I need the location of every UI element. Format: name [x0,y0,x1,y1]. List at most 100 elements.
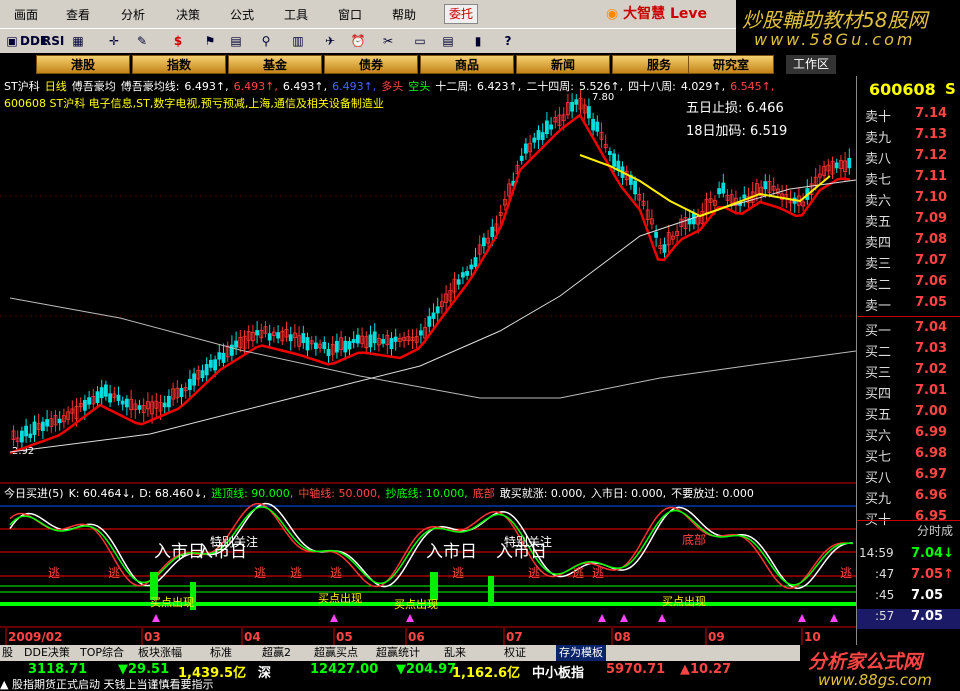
candle-body [545,120,549,135]
nav-research-button[interactable]: 研究室 [688,55,774,74]
nav-index-button[interactable]: 指数 [132,55,226,74]
bid-row-4[interactable]: 买四 7.01 [857,383,960,404]
bottom-label: 底部 [682,532,706,547]
candle-body [116,394,121,401]
ruler-icon[interactable]: ✎ [132,32,152,50]
candle-body [574,99,579,105]
bottom-tab[interactable]: TOP综合 [80,645,124,661]
order-level-price: 7.07 [915,253,948,268]
candle-body [355,334,360,344]
order-level-label: 买六 [865,429,892,444]
ask-row-1[interactable]: 卖十 7.14 [857,106,960,127]
menu-window[interactable]: 窗口 [338,6,362,23]
flag-icon[interactable]: ⚑ [200,32,220,50]
index-value: ▼29.51 [118,662,170,677]
ask-row-4[interactable]: 卖七 7.11 [857,169,960,190]
bid-row-3[interactable]: 买三 7.02 [857,362,960,383]
candle-body [351,339,356,343]
ask-row-3[interactable]: 卖八 7.12 [857,148,960,169]
bottom-tab[interactable]: 超赢2 [262,645,291,661]
candle-body [166,395,171,408]
candle-body [570,101,574,112]
entrust-button[interactable]: 委托 [444,4,478,24]
crosshair-icon[interactable]: ✛ [104,32,124,50]
clipboard-icon[interactable]: ▥ [288,32,308,50]
order-level-label: 卖四 [865,236,892,251]
alarm-icon[interactable]: ⏰ [348,32,368,50]
menu-view[interactable]: 查看 [66,6,90,23]
binoculars-icon[interactable]: ⚲ [256,32,276,50]
bid-row-2[interactable]: 买二 7.03 [857,341,960,362]
menu-analysis[interactable]: 分析 [121,6,145,23]
candle-body [334,340,339,353]
ask-row-5[interactable]: 卖六 7.10 [857,190,960,211]
news-ticker[interactable]: ▲ 股指期货正式启动 天钱上当谨慎看要指示 [0,679,800,691]
menu-screen[interactable]: 画面 [14,6,38,23]
bottom-tab[interactable]: 超赢统计 [376,645,420,661]
trade-icon[interactable]: ✈ [320,32,340,50]
candle-body [431,312,436,319]
nav-hk-stocks-button[interactable]: 港股 [36,55,130,74]
menu-tools[interactable]: 工具 [284,6,308,23]
tick-price: 7.05↑ [911,567,954,582]
candle-body [204,364,209,376]
bottom-tab[interactable]: 股 [2,645,13,661]
bid-row-9[interactable]: 买九 6.96 [857,488,960,509]
dde-icon[interactable]: DDE [20,32,48,50]
ask-row-6[interactable]: 卖五 7.09 [857,211,960,232]
bid-row-7[interactable]: 买七 6.98 [857,446,960,467]
bid-row-8[interactable]: 买八 6.97 [857,467,960,488]
candle-body [524,143,528,154]
order-level-label: 买五 [865,408,892,423]
bottom-ad-banner[interactable]: 分析家公式网 www.88gs.com [800,645,960,691]
table-icon[interactable]: ▤ [226,32,246,50]
bars-icon[interactable]: ▮ [468,32,488,50]
buy-point-label: 买点出现 [662,594,706,608]
rsi-icon[interactable]: RSI [42,32,64,50]
layout-icon[interactable]: ▭ [410,32,430,50]
ask-row-2[interactable]: 卖九 7.13 [857,127,960,148]
bottom-tab[interactable]: 板块涨幅 [138,645,182,661]
candle-body [45,419,49,427]
nav-commodity-button[interactable]: 商品 [420,55,514,74]
stock-chart[interactable]: ST沪科 日线 傅吾豪均 傅吾豪均线: 6.493↑, 6.493↑, 6.493↑, 6.4… [0,76,856,645]
nav-news-button[interactable]: 新闻 [516,55,610,74]
tick-divider [857,520,960,521]
header-run: 中轴线: 50.000, [298,486,380,500]
bottom-tab[interactable]: 乱来 [444,645,466,661]
workarea-tab[interactable]: 工作区 [786,55,836,74]
grid-icon[interactable]: ▦ [68,32,88,50]
menu-decision[interactable]: 决策 [176,6,200,23]
dollar-icon[interactable]: $ [168,32,188,50]
ask-row-7[interactable]: 卖四 7.08 [857,232,960,253]
order-level-price: 7.12 [915,148,948,163]
bottom-tab[interactable]: 权证 [504,645,526,661]
help-icon[interactable]: ? [498,32,518,50]
bid-row-1[interactable]: 买一 7.04 [857,320,960,341]
notes-icon[interactable]: ▤ [438,32,458,50]
ask-row-9[interactable]: 卖二 7.06 [857,274,960,295]
x-axis-label: 08 [614,630,631,644]
bid-row-6[interactable]: 买六 6.99 [857,425,960,446]
top-ad-banner[interactable]: 炒股輔助教材58股网 www.58Gu.com [736,0,960,52]
menu-help[interactable]: 帮助 [392,6,416,23]
candle-body [435,306,440,314]
bottom-tab[interactable]: 存为模板 [556,645,606,661]
candle-body [305,337,310,351]
bottom-tab[interactable]: 标准 [210,645,232,661]
ask-row-8[interactable]: 卖三 7.07 [857,253,960,274]
escape-label: 逃 [840,566,852,580]
ask-row-10[interactable]: 卖一 7.05 [857,295,960,316]
window-icon[interactable]: ▣ [2,32,22,50]
candle-body [460,272,465,278]
bottom-tab[interactable]: DDE决策 [24,645,70,661]
order-level-price: 7.06 [915,274,948,289]
bid-row-5[interactable]: 买五 7.00 [857,404,960,425]
nav-fund-button[interactable]: 基金 [228,55,322,74]
bottom-tab[interactable]: 超赢买点 [314,645,358,661]
nav-bond-button[interactable]: 债券 [324,55,418,74]
candle-body [301,333,306,344]
header-run: 4.029↑, [681,80,725,93]
tools-icon[interactable]: ✂ [378,32,398,50]
menu-formula[interactable]: 公式 [230,6,254,23]
